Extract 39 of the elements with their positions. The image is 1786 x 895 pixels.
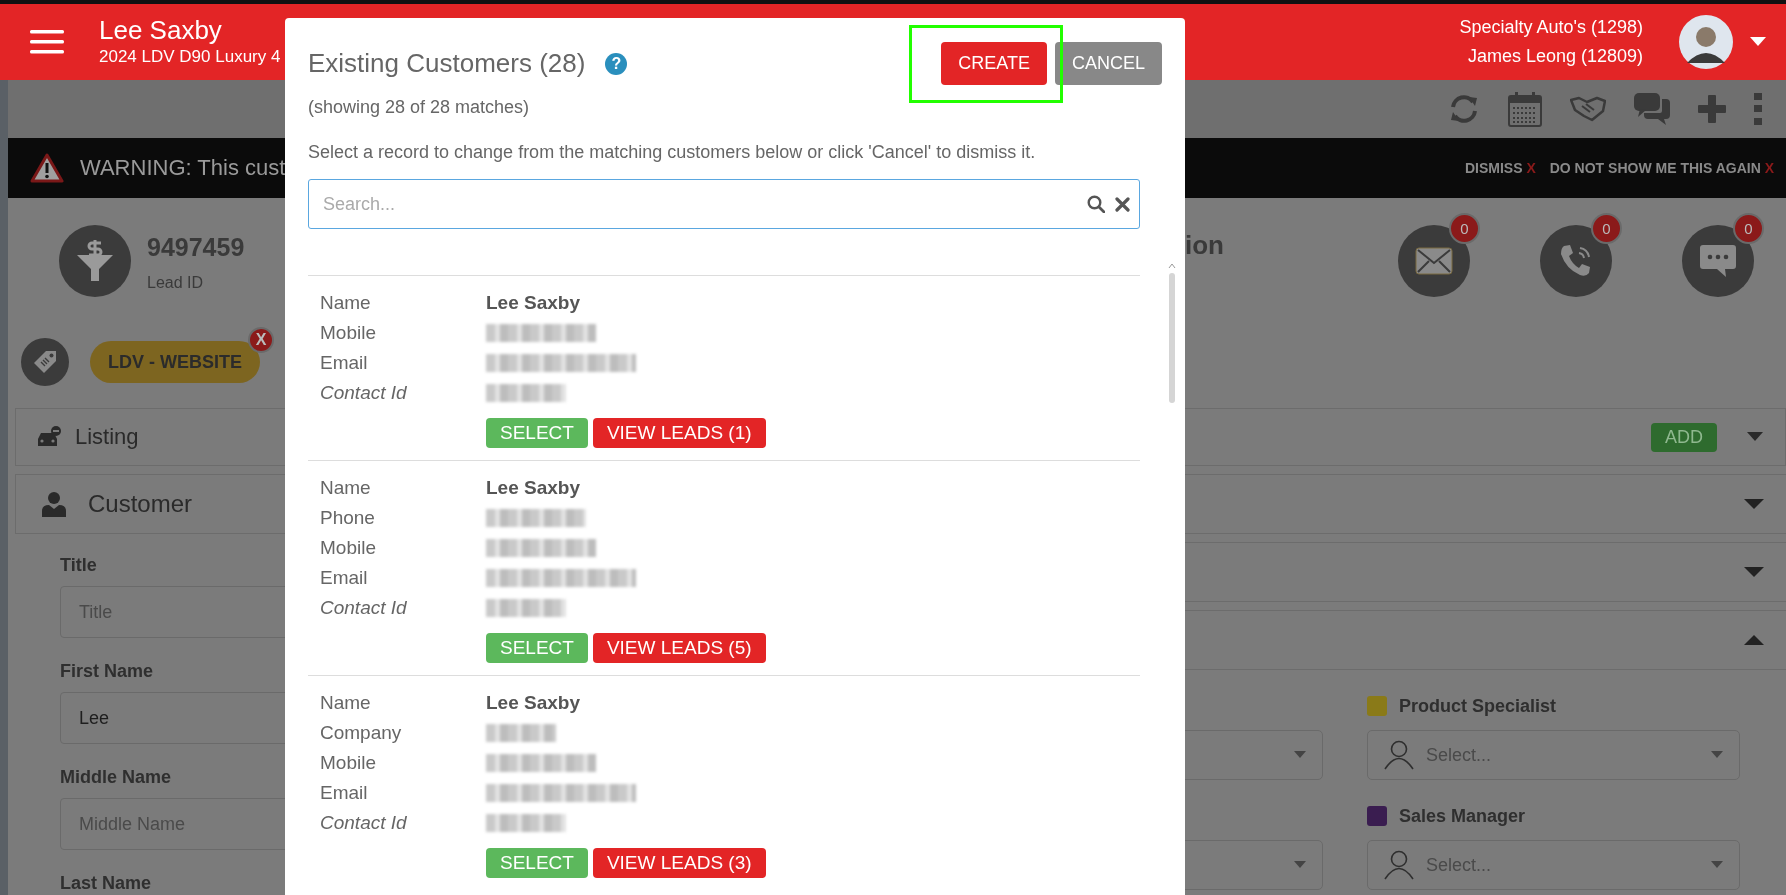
field-label: Contact Id xyxy=(320,382,408,404)
field-label: Name xyxy=(320,292,372,314)
section-heading: ion xyxy=(1185,229,1224,261)
field-label: Title xyxy=(60,554,97,576)
field-label: Email xyxy=(320,567,369,589)
panel-title: Customer xyxy=(88,490,193,518)
user-name: James Leong (12809) xyxy=(1466,45,1643,68)
field-label: Phone xyxy=(320,507,376,529)
field-value: Lee Saxby xyxy=(486,477,580,499)
count-badge: 0 xyxy=(1591,213,1622,244)
dealer-name: Specialty Auto's (1298) xyxy=(1459,16,1643,39)
field-label: Sales Manager xyxy=(1399,805,1526,827)
field-label: Mobile xyxy=(320,322,377,344)
field-label: Mobile xyxy=(320,752,377,774)
field-label: Mobile xyxy=(320,537,377,559)
field-label: Company xyxy=(320,722,403,744)
count-badge: 0 xyxy=(1449,213,1480,244)
warning-text: WARNING: This cust xyxy=(80,155,286,181)
panel-title: Listing xyxy=(75,424,139,450)
field-label: Name xyxy=(320,477,372,499)
vehicle-title: 2024 LDV D90 Luxury 4 xyxy=(99,46,281,68)
field-label: Product Specialist xyxy=(1399,695,1557,717)
field-label: Contact Id xyxy=(320,812,408,834)
field-value: Lee Saxby xyxy=(486,292,580,314)
dialog-title: Existing Customers (28) xyxy=(308,48,586,79)
lead-id-label: Lead ID xyxy=(147,274,205,292)
instruction-text: Select a record to change from the matching customers below or click 'Cancel' to dismiss it. xyxy=(308,141,1037,164)
field-label: First Name xyxy=(60,660,154,682)
field-value: Lee Saxby xyxy=(486,692,580,714)
field-label: Middle Name xyxy=(60,766,172,788)
field-label: Last Name xyxy=(60,872,152,894)
field-label: Contact Id xyxy=(320,597,408,619)
lead-id: 9497459 xyxy=(147,232,245,263)
customer-name: Lee Saxby xyxy=(99,15,223,45)
match-summary: (showing 28 of 28 matches) xyxy=(308,96,531,119)
field-label: Email xyxy=(320,782,369,804)
count-badge: 0 xyxy=(1733,213,1764,244)
field-label: Email xyxy=(320,352,369,374)
field-label: Name xyxy=(320,692,372,714)
